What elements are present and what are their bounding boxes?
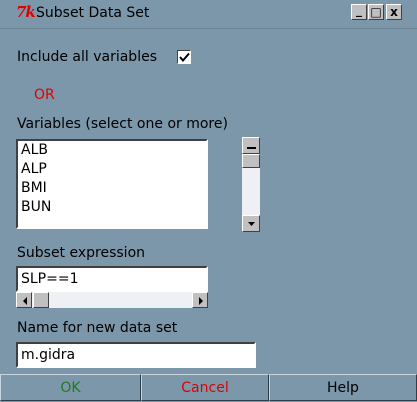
variables-scrollbar[interactable]: [242, 137, 260, 232]
maximize-icon: □: [370, 5, 382, 19]
scroll-right-button[interactable]: [192, 292, 208, 308]
scroll-down-button[interactable]: [242, 215, 260, 232]
or-label: OR: [34, 87, 55, 103]
checkmark-icon: [179, 52, 190, 63]
include-all-label: Include all variables: [17, 49, 157, 65]
minimize-icon: _: [356, 3, 362, 17]
scroll-thumb[interactable]: [242, 154, 260, 168]
variables-listbox[interactable]: ALB ALP BMI BUN: [16, 139, 208, 229]
arrow-down-icon: [248, 222, 255, 226]
maximize-button[interactable]: □: [368, 4, 384, 20]
ok-button[interactable]: OK: [0, 374, 141, 401]
subset-hscrollbar[interactable]: [16, 292, 208, 308]
window-title: Subset Data Set: [36, 5, 150, 21]
arrow-left-icon: [23, 297, 27, 305]
list-item[interactable]: BUN: [18, 198, 206, 217]
hscroll-thumb[interactable]: [33, 292, 49, 308]
minimize-button[interactable]: _: [351, 4, 367, 20]
new-name-label: Name for new data set: [17, 320, 178, 336]
arrow-right-icon: [199, 297, 203, 305]
scroll-up-button[interactable]: [242, 137, 260, 154]
arrow-up-icon: [247, 147, 256, 149]
list-item[interactable]: ALP: [18, 160, 206, 179]
close-button[interactable]: x: [386, 4, 402, 20]
help-button[interactable]: Help: [269, 374, 417, 401]
include-all-checkbox[interactable]: [177, 50, 191, 64]
tk-logo-icon: 7k: [16, 3, 36, 21]
list-item[interactable]: BMI: [18, 179, 206, 198]
close-icon: x: [390, 5, 398, 19]
subset-expression-input[interactable]: [16, 266, 208, 292]
list-item[interactable]: ALB: [18, 141, 206, 160]
new-dataset-name-input[interactable]: [16, 342, 256, 368]
scroll-left-button[interactable]: [16, 292, 32, 308]
variables-label: Variables (select one or more): [17, 116, 228, 132]
subset-label: Subset expression: [17, 245, 146, 261]
cancel-button[interactable]: Cancel: [141, 374, 269, 401]
title-bar[interactable]: 7k Subset Data Set _ □ x: [0, 0, 417, 29]
